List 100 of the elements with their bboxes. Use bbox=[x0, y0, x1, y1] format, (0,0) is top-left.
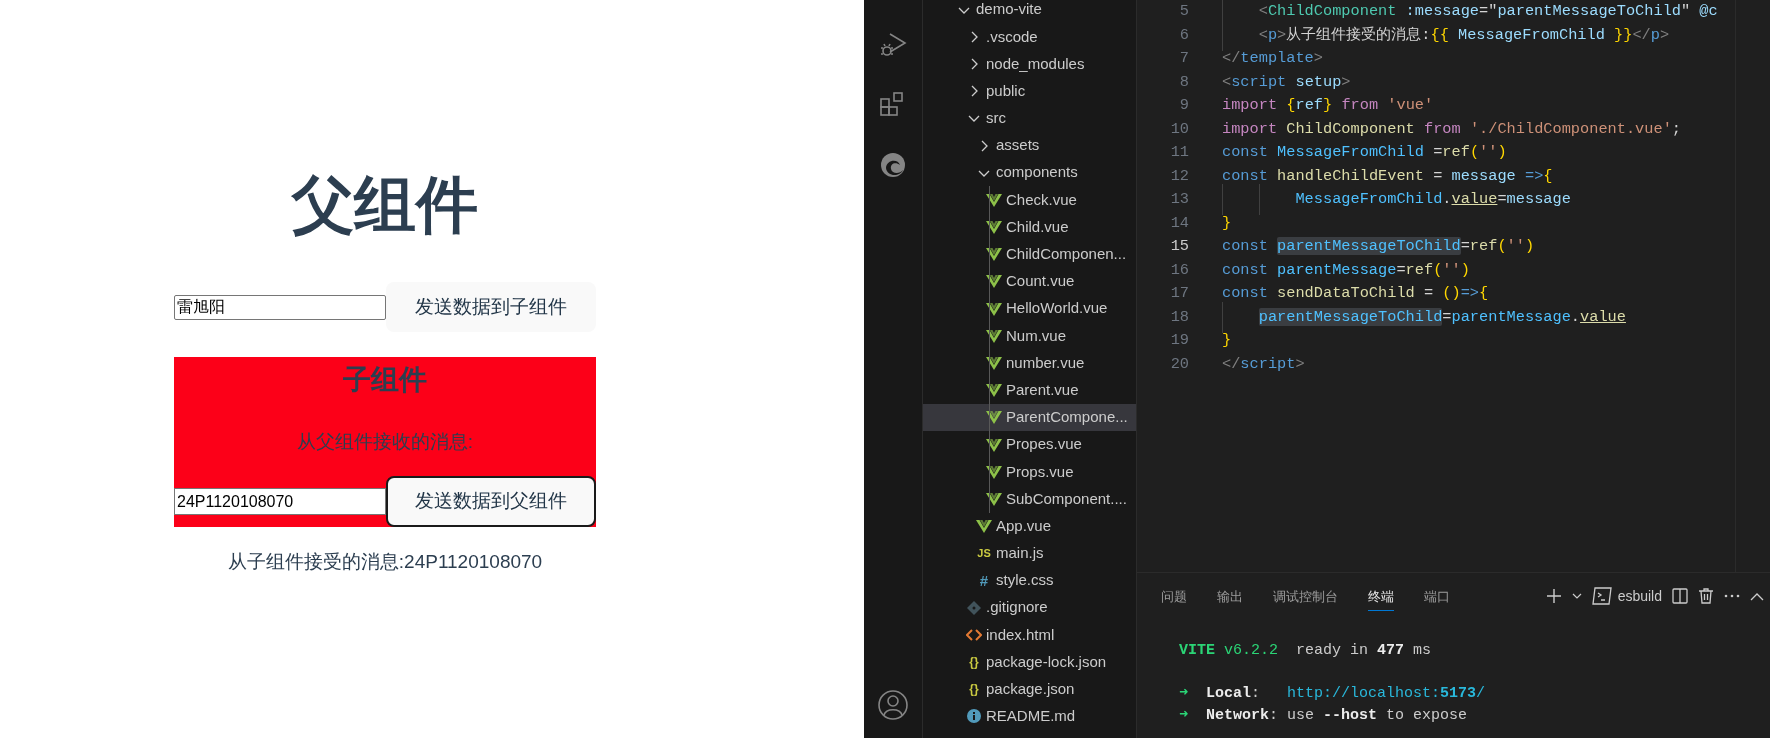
line-number: 14 bbox=[1169, 212, 1189, 234]
file-item[interactable]: SubComponent.... bbox=[923, 485, 1136, 513]
file-item[interactable]: Props.vue bbox=[923, 458, 1136, 486]
code-line: } bbox=[1222, 330, 1232, 352]
vue-icon bbox=[986, 273, 1002, 290]
json-file-icon: {} bbox=[966, 656, 982, 669]
folder-item[interactable]: public bbox=[923, 77, 1136, 105]
chevron-down-icon[interactable] bbox=[1571, 591, 1582, 601]
file-item[interactable]: JS main.js bbox=[923, 539, 1136, 567]
folder-item[interactable]: demo-vite bbox=[923, 0, 1136, 24]
account-icon[interactable] bbox=[877, 689, 909, 721]
vue-icon bbox=[976, 518, 992, 535]
file-item[interactable]: {} package-lock.json bbox=[923, 648, 1136, 676]
file-item[interactable]: {} package.json bbox=[923, 675, 1136, 703]
line-number: 5 bbox=[1178, 1, 1189, 23]
swirl-icon[interactable] bbox=[878, 150, 908, 180]
line-number: 11 bbox=[1169, 142, 1189, 164]
file-item[interactable]: number.vue bbox=[923, 349, 1136, 377]
file-item[interactable]: Num.vue bbox=[923, 322, 1136, 350]
json-file-icon: {} bbox=[966, 683, 982, 696]
code-line: const parentMessage=ref('') bbox=[1222, 259, 1470, 281]
code-line: const MessageFromChild =ref('') bbox=[1222, 142, 1507, 164]
text-input[interactable]: 雷旭阳 bbox=[174, 294, 386, 320]
line-number: 19 bbox=[1169, 330, 1189, 352]
vue-icon bbox=[986, 355, 1002, 372]
send-to-child-button[interactable]: 发送数据到子组件 bbox=[386, 282, 596, 332]
file-item[interactable]: ChildComponen... bbox=[923, 240, 1136, 268]
file-item[interactable]: App.vue bbox=[923, 512, 1136, 540]
line-number: 20 bbox=[1169, 353, 1189, 375]
trash-icon[interactable] bbox=[1698, 588, 1714, 604]
line-number: 12 bbox=[1169, 165, 1189, 187]
line-number: 17 bbox=[1169, 283, 1189, 305]
code-line: <script setup> bbox=[1222, 71, 1351, 93]
send-to-parent-button[interactable]: 发送数据到父组件 bbox=[386, 476, 596, 527]
code-line: import ChildComponent from './ChildComponent.vue'; bbox=[1222, 118, 1681, 140]
page-heading: 父组件 bbox=[292, 169, 478, 241]
line-number: 10 bbox=[1169, 118, 1189, 140]
vue-icon bbox=[986, 463, 1002, 480]
terminal-line: ➜ Local: http://localhost:5173/ bbox=[1179, 684, 1486, 704]
received-message-label: 从父组件接收的消息: bbox=[296, 430, 474, 454]
file-item[interactable]: .gitignore bbox=[923, 594, 1136, 622]
more-icon[interactable] bbox=[1724, 594, 1740, 598]
line-number: 13 bbox=[1169, 189, 1189, 211]
info-icon bbox=[966, 708, 982, 725]
folder-item[interactable]: components bbox=[923, 159, 1136, 187]
received-message: 从子组件接受的消息:24P1120108070 bbox=[227, 550, 543, 574]
file-item[interactable]: HelloWorld.vue bbox=[923, 295, 1136, 323]
diamond-icon bbox=[966, 599, 982, 616]
js-file-icon: JS bbox=[976, 547, 992, 559]
vue-icon bbox=[986, 327, 1002, 344]
code-line: import {ref} from 'vue' bbox=[1222, 95, 1434, 117]
file-item[interactable]: ParentCompone... bbox=[923, 403, 1136, 431]
plus-icon[interactable] bbox=[1545, 588, 1562, 604]
code-line: const handleChildEvent = message =>{ bbox=[1222, 165, 1553, 187]
vue-icon bbox=[986, 409, 1002, 426]
panel-tab[interactable]: 调试控制台 bbox=[1273, 580, 1338, 612]
vue-icon bbox=[986, 191, 1002, 208]
vue-icon bbox=[986, 219, 1002, 236]
folder-item[interactable]: node_modules bbox=[923, 50, 1136, 78]
file-item[interactable]: Count.vue bbox=[923, 267, 1136, 296]
panel-tab[interactable]: 端口 bbox=[1424, 580, 1450, 612]
vue-icon bbox=[986, 300, 1002, 317]
file-item[interactable]: index.html bbox=[923, 621, 1136, 649]
vue-icon bbox=[986, 436, 1002, 453]
file-item[interactable]: README.md bbox=[923, 702, 1136, 731]
file-item[interactable]: Child.vue bbox=[923, 213, 1136, 241]
line-number: 7 bbox=[1178, 48, 1189, 70]
code-line: const parentMessageToChild=ref('') bbox=[1222, 236, 1535, 258]
line-number: 8 bbox=[1178, 71, 1189, 93]
code-line: </script> bbox=[1222, 353, 1305, 375]
split-icon[interactable] bbox=[1672, 588, 1688, 604]
css-file-icon: # bbox=[976, 573, 992, 589]
folder-item[interactable]: assets bbox=[923, 131, 1136, 160]
line-number: 9 bbox=[1178, 95, 1189, 117]
panel-tab[interactable]: 终端 bbox=[1368, 580, 1394, 612]
line-number: 15 bbox=[1169, 236, 1189, 258]
file-item[interactable]: Parent.vue bbox=[923, 376, 1136, 404]
terminal-line: ➜ Network: use --host to expose bbox=[1179, 705, 1468, 726]
vue-icon bbox=[986, 246, 1002, 263]
code-icon bbox=[966, 626, 982, 643]
text-input[interactable]: 24P1120108070 bbox=[174, 488, 386, 515]
vue-icon bbox=[986, 382, 1002, 399]
line-number: 18 bbox=[1169, 306, 1189, 328]
line-number: 16 bbox=[1169, 259, 1189, 281]
terminal-name[interactable]: esbuild bbox=[1617, 585, 1662, 607]
panel-tab[interactable]: 问题 bbox=[1161, 580, 1187, 612]
panel-tab[interactable]: 输出 bbox=[1217, 580, 1243, 612]
code-line: const sendDataToChild = ()=>{ bbox=[1222, 283, 1489, 305]
folder-item[interactable]: .vscode bbox=[923, 23, 1136, 51]
file-item[interactable]: Propes.vue bbox=[923, 431, 1136, 459]
terminal-icon[interactable] bbox=[1591, 587, 1612, 605]
file-item[interactable]: Check.vue bbox=[923, 186, 1136, 214]
file-item[interactable]: # style.css bbox=[923, 566, 1136, 595]
child-heading: 子组件 bbox=[343, 363, 427, 397]
chevron-up-icon[interactable] bbox=[1750, 591, 1764, 601]
vue-icon bbox=[986, 490, 1002, 507]
line-number: 6 bbox=[1178, 24, 1189, 46]
folder-item[interactable]: src bbox=[923, 104, 1136, 132]
terminal-line: VITE v6.2.2 ready in 477 ms bbox=[1179, 641, 1432, 661]
code-line: } bbox=[1222, 212, 1232, 234]
